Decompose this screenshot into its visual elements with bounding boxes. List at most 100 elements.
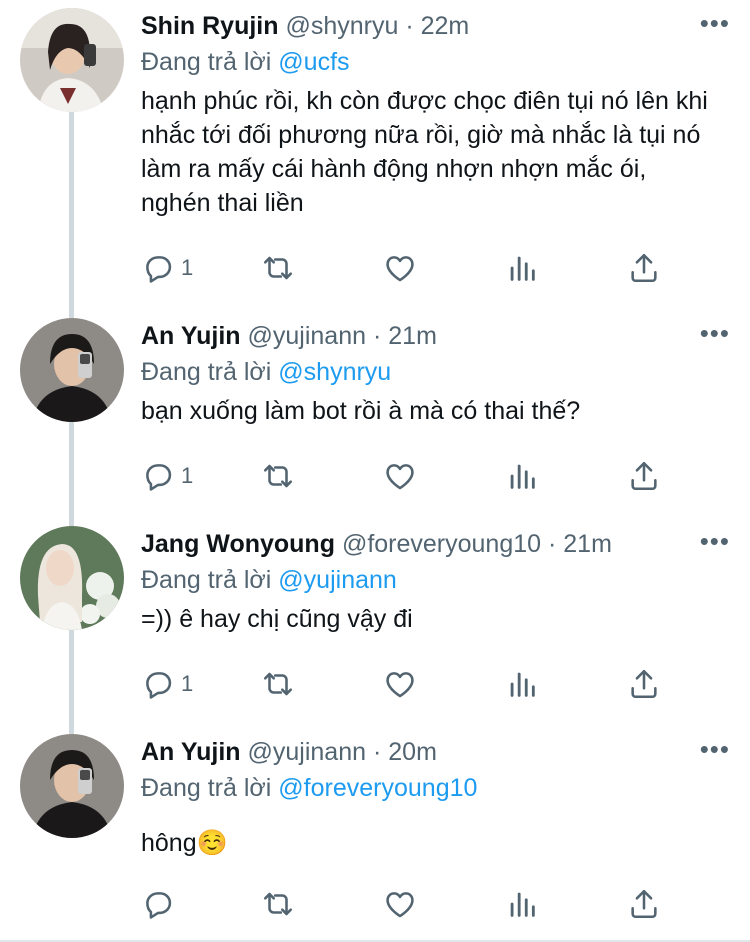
thread-line <box>69 518 74 526</box>
replying-to: Đang trả lời @yujinann <box>141 564 397 596</box>
avatar[interactable] <box>20 8 124 112</box>
tweet-header: An Yujin @yujinann · 21m ••• <box>141 320 730 354</box>
replying-to-label: Đang trả lời <box>141 358 272 386</box>
user-handle[interactable]: @foreveryoung10 <box>342 530 541 558</box>
avatar-photo-icon <box>20 8 124 112</box>
tweet-text: =)) ê hay chị cũng vậy đi <box>141 605 413 633</box>
mention-link[interactable]: @ucfs <box>278 48 349 76</box>
share-icon <box>631 253 657 283</box>
heart-icon <box>386 464 414 490</box>
timestamp[interactable]: 22m <box>421 12 470 40</box>
reply-icon <box>146 464 172 491</box>
share-button[interactable] <box>627 664 661 704</box>
share-icon <box>631 669 657 699</box>
more-icon[interactable]: ••• <box>700 736 730 762</box>
avatar-photo-icon <box>20 734 124 838</box>
analytics-icon <box>510 256 535 281</box>
timestamp[interactable]: 21m <box>388 322 437 350</box>
avatar[interactable] <box>20 318 124 422</box>
analytics-icon <box>510 892 535 917</box>
reply-count: 1 <box>181 671 194 696</box>
tweet-header: An Yujin @yujinann · 20m ••• <box>141 736 730 770</box>
action-bar: 1 <box>141 248 681 288</box>
tweet[interactable]: An Yujin @yujinann · 21m ••• Đang trả lờ… <box>0 310 750 518</box>
retweet-button[interactable] <box>261 456 295 496</box>
tweet-header: Jang Wonyoung @foreveryoung10 · 21m ••• <box>141 528 730 562</box>
mention-link[interactable]: @yujinann <box>278 566 397 594</box>
avatar[interactable] <box>20 526 124 630</box>
tweet[interactable]: Jang Wonyoung @foreveryoung10 · 21m ••• … <box>0 518 750 726</box>
analytics-button[interactable] <box>505 884 539 924</box>
heart-icon <box>386 672 414 698</box>
retweet-icon <box>263 892 293 916</box>
retweet-button[interactable] <box>261 248 295 288</box>
replying-to-label: Đang trả lời <box>141 48 272 76</box>
retweet-icon <box>263 672 293 696</box>
reply-icon <box>146 672 172 699</box>
analytics-icon <box>510 672 535 697</box>
separator-dot: · <box>372 322 382 350</box>
display-name[interactable]: Shin Ryujin <box>141 12 279 40</box>
thread-line <box>69 310 74 318</box>
retweet-button[interactable] <box>261 884 295 924</box>
like-button[interactable] <box>383 664 417 704</box>
mention-link[interactable]: @foreveryoung10 <box>278 774 477 802</box>
retweet-button[interactable] <box>261 664 295 704</box>
share-icon <box>631 461 657 491</box>
avatar-photo-icon <box>20 526 124 630</box>
timestamp[interactable]: 20m <box>388 738 437 766</box>
tweet[interactable]: Shin Ryujin @shynryu · 22m ••• Đang trả … <box>0 0 750 310</box>
analytics-icon <box>510 464 535 489</box>
user-handle[interactable]: @yujinann <box>248 738 367 766</box>
replying-to-label: Đang trả lời <box>141 566 272 594</box>
tweet-text: hông☺️ <box>141 829 228 857</box>
like-button[interactable] <box>383 884 417 924</box>
more-icon[interactable]: ••• <box>700 528 730 554</box>
more-icon[interactable]: ••• <box>700 10 730 36</box>
share-button[interactable] <box>627 456 661 496</box>
replying-to: Đang trả lời @shynryu <box>141 356 391 388</box>
more-icon[interactable]: ••• <box>700 320 730 346</box>
display-name[interactable]: An Yujin <box>141 738 241 766</box>
thread-line <box>69 630 74 726</box>
analytics-button[interactable] <box>505 456 539 496</box>
separator-dot: · <box>548 530 557 558</box>
like-button[interactable] <box>383 248 417 288</box>
share-button[interactable] <box>627 884 661 924</box>
avatar-photo-icon <box>20 318 124 422</box>
share-icon <box>631 889 657 919</box>
reply-button[interactable] <box>141 884 181 924</box>
separator-dot: · <box>405 12 414 40</box>
tweet-header: Shin Ryujin @shynryu · 22m ••• <box>141 10 730 44</box>
user-handle[interactable]: @shynryu <box>285 12 398 40</box>
like-button[interactable] <box>383 456 417 496</box>
thread-line <box>69 112 74 310</box>
separator-dot: · <box>372 738 382 766</box>
avatar[interactable] <box>20 734 124 838</box>
timestamp[interactable]: 21m <box>563 530 612 558</box>
tweet-text: bạn xuống làm bot rồi à mà có thai thế? <box>141 397 581 425</box>
display-name[interactable]: An Yujin <box>141 322 241 350</box>
thread-line <box>69 726 74 734</box>
retweet-icon <box>263 256 293 280</box>
reply-icon <box>146 892 172 919</box>
share-button[interactable] <box>627 248 661 288</box>
tweet-text: hạnh phúc rồi, kh còn được chọc điên tụi… <box>141 87 708 217</box>
tweet[interactable]: An Yujin @yujinann · 20m ••• Đang trả lờ… <box>0 726 750 942</box>
replying-to-label: Đang trả lời <box>141 774 272 802</box>
replying-to: Đang trả lời @foreveryoung10 <box>141 772 477 804</box>
display-name[interactable]: Jang Wonyoung <box>141 530 335 558</box>
user-handle[interactable]: @yujinann <box>248 322 367 350</box>
analytics-button[interactable] <box>505 248 539 288</box>
reply-count: 1 <box>181 463 194 488</box>
mention-link[interactable]: @shynryu <box>278 358 391 386</box>
reply-button[interactable]: 1 <box>141 664 193 704</box>
reply-button[interactable]: 1 <box>141 456 193 496</box>
reply-thread: Shin Ryujin @shynryu · 22m ••• Đang trả … <box>0 0 750 942</box>
analytics-button[interactable] <box>505 664 539 704</box>
action-bar <box>141 884 681 924</box>
action-bar: 1 <box>141 664 681 704</box>
heart-icon <box>386 256 414 282</box>
heart-icon <box>386 892 414 918</box>
reply-button[interactable]: 1 <box>141 248 193 288</box>
